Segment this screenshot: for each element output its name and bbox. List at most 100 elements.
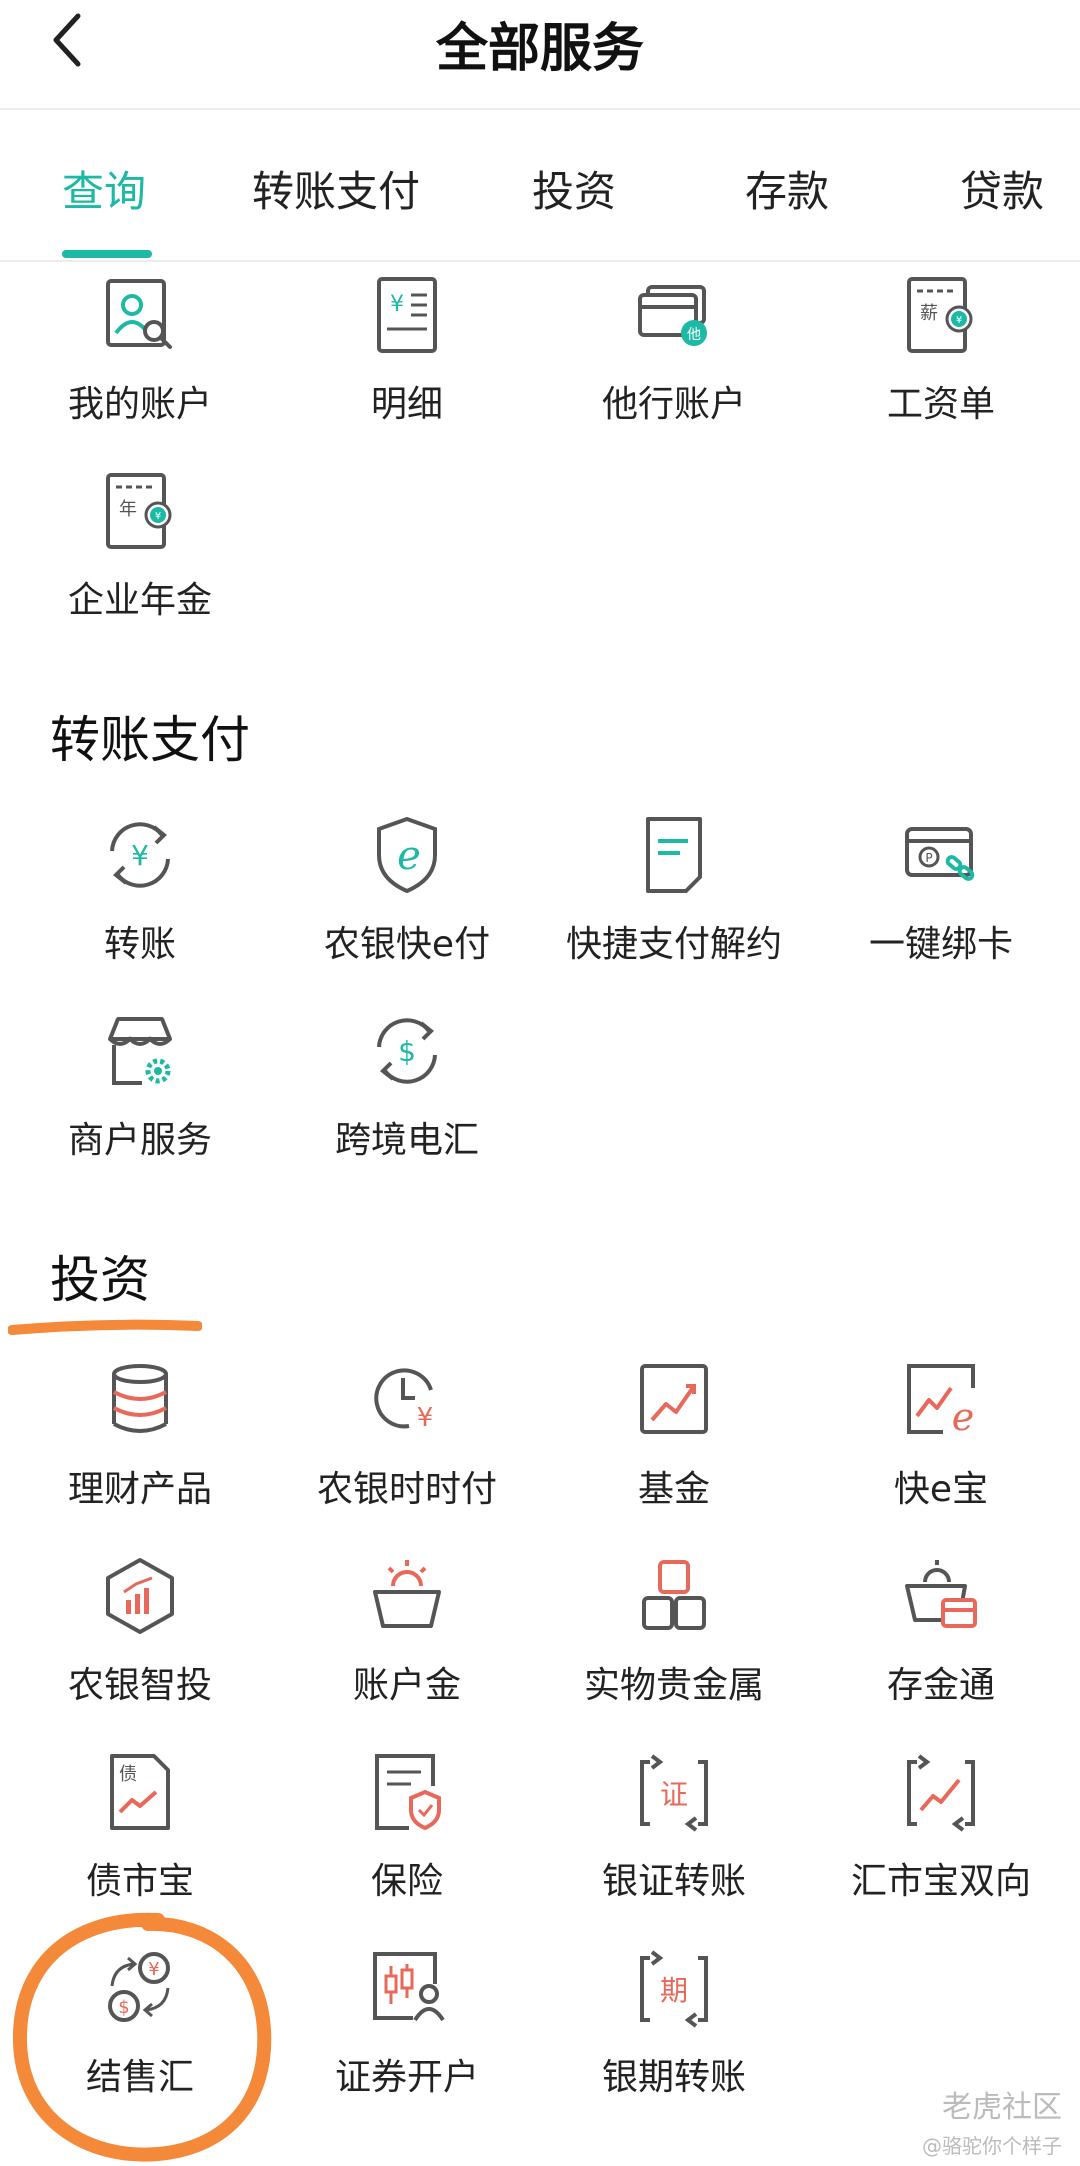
tab-invest[interactable]: 投资 bbox=[532, 158, 616, 219]
service-other-bank-account[interactable]: 他 他行账户 bbox=[539, 275, 809, 471]
cross-border-dollar-icon: $ bbox=[377, 1018, 437, 1084]
coin-stack-icon bbox=[112, 1364, 168, 1433]
service-wealth-products[interactable]: 理财产品 bbox=[5, 1360, 275, 1556]
annuity-icon: 年 ¥ bbox=[106, 473, 172, 549]
document-icon bbox=[646, 817, 702, 893]
e-pay-shield-icon: e bbox=[377, 816, 437, 894]
svg-text:证: 证 bbox=[660, 1778, 688, 1811]
insurance-shield-icon bbox=[375, 1754, 441, 1831]
service-label: 银期转账 bbox=[601, 2057, 746, 2098]
top-bar: 全部服务 bbox=[0, 0, 1080, 110]
svg-text:¥: ¥ bbox=[155, 511, 161, 522]
service-bind-card[interactable]: P 一键绑卡 bbox=[806, 815, 1076, 1011]
tab-transfer-payment[interactable]: 转账支付 bbox=[252, 158, 420, 219]
other-bank-card-icon: 他 bbox=[638, 285, 707, 346]
service-label: 快e宝 bbox=[893, 1469, 989, 1510]
service-fund[interactable]: 基金 bbox=[539, 1360, 809, 1556]
watermark: 老虎社区 @骆驼你个样子 bbox=[922, 2082, 1062, 2159]
active-tab-indicator bbox=[62, 250, 152, 258]
service-label: 银证转账 bbox=[601, 1861, 746, 1902]
gold-basket-icon bbox=[373, 1560, 441, 1628]
svg-text:¥: ¥ bbox=[956, 315, 962, 326]
service-e-pay[interactable]: e 农银快e付 bbox=[272, 815, 542, 1011]
clock-yuan-icon: ¥ bbox=[374, 1368, 434, 1433]
service-label: 债市宝 bbox=[85, 1861, 194, 1902]
service-label: 理财产品 bbox=[67, 1469, 212, 1510]
service-gold-deposit[interactable]: 存金通 bbox=[806, 1556, 1076, 1752]
svg-text:他: 他 bbox=[687, 327, 701, 343]
gold-deposit-icon bbox=[905, 1560, 977, 1628]
svg-text:¥: ¥ bbox=[390, 292, 404, 317]
page-title: 全部服务 bbox=[435, 19, 644, 79]
bank-futures-transfer-icon: 期 bbox=[640, 1950, 708, 2028]
service-annuity[interactable]: 年 ¥ 企业年金 bbox=[5, 471, 275, 667]
gold-bars-icon bbox=[642, 1560, 706, 1630]
service-merchant[interactable]: 商户服务 bbox=[5, 1011, 275, 1207]
quick-e-chart-icon: e bbox=[907, 1364, 975, 1439]
merchant-store-icon bbox=[108, 1017, 172, 1085]
service-label: 工资单 bbox=[886, 384, 995, 425]
orange-highlight-circle bbox=[12, 1912, 272, 2162]
service-smart-invest[interactable]: 农银智投 bbox=[5, 1556, 275, 1752]
service-label: 证券开户 bbox=[334, 2057, 479, 2098]
service-forex-two-way[interactable]: 汇市宝双向 bbox=[806, 1752, 1076, 1948]
svg-text:$: $ bbox=[398, 1035, 416, 1068]
service-cross-border[interactable]: $ 跨境电汇 bbox=[272, 1011, 542, 1207]
svg-text:¥: ¥ bbox=[417, 1403, 434, 1433]
service-shishifu[interactable]: ¥ 农银时时付 bbox=[272, 1360, 542, 1556]
service-payslip[interactable]: 薪 ¥ 工资单 bbox=[806, 275, 1076, 471]
tab-deposit[interactable]: 存款 bbox=[745, 158, 829, 219]
service-label: 转账 bbox=[103, 924, 176, 965]
service-label: 基金 bbox=[637, 1469, 710, 1510]
svg-text:e: e bbox=[397, 833, 421, 879]
account-search-icon bbox=[106, 279, 172, 349]
service-label: 快捷支付解约 bbox=[565, 924, 782, 965]
bond-document-icon: 债 bbox=[110, 1754, 170, 1830]
tab-loan[interactable]: 贷款 bbox=[960, 158, 1044, 219]
svg-text:e: e bbox=[952, 1395, 975, 1439]
service-label: 账户金 bbox=[352, 1665, 461, 1706]
service-account-gold[interactable]: 账户金 bbox=[272, 1556, 542, 1752]
service-my-account[interactable]: 我的账户 bbox=[5, 275, 275, 471]
service-bank-futures-transfer[interactable]: 期 银期转账 bbox=[539, 1948, 809, 2144]
statement-detail-icon: ¥ bbox=[377, 277, 437, 353]
securities-account-icon bbox=[373, 1952, 445, 2022]
service-quick-pay-cancel[interactable]: 快捷支付解约 bbox=[539, 815, 809, 1011]
service-label: 农银智投 bbox=[67, 1665, 212, 1706]
service-label: 存金通 bbox=[886, 1665, 995, 1706]
watermark-brand: 老虎社区 bbox=[942, 2090, 1062, 2125]
section-title-transfer: 转账支付 bbox=[50, 711, 250, 769]
payslip-icon: 薪 ¥ bbox=[907, 277, 973, 353]
service-label: 汇市宝双向 bbox=[850, 1861, 1031, 1902]
category-tabs: 查询 转账支付 投资 存款 贷款 bbox=[0, 108, 1080, 262]
svg-text:债: 债 bbox=[119, 1764, 137, 1785]
card-link-icon: P bbox=[905, 827, 975, 881]
service-label: 我的账户 bbox=[67, 384, 212, 425]
service-securities-account-open[interactable]: 证券开户 bbox=[272, 1948, 542, 2144]
watermark-user: @骆驼你个样子 bbox=[922, 2134, 1062, 2158]
svg-text:P: P bbox=[925, 851, 932, 865]
tab-query[interactable]: 查询 bbox=[62, 158, 146, 219]
service-label: 一键绑卡 bbox=[868, 924, 1013, 965]
service-label: 他行账户 bbox=[601, 384, 746, 425]
service-physical-metal[interactable]: 实物贵金属 bbox=[539, 1556, 809, 1752]
svg-text:¥: ¥ bbox=[131, 839, 149, 872]
service-kuai-e-bao[interactable]: e 快e宝 bbox=[806, 1360, 1076, 1556]
service-statement[interactable]: ¥ 明细 bbox=[272, 275, 542, 471]
service-transfer[interactable]: ¥ 转账 bbox=[5, 815, 275, 1011]
service-label: 保险 bbox=[370, 1861, 443, 1902]
svg-text:期: 期 bbox=[660, 1974, 688, 2007]
service-label: 实物贵金属 bbox=[583, 1665, 764, 1706]
svg-text:薪: 薪 bbox=[920, 303, 938, 324]
service-label: 跨境电汇 bbox=[334, 1120, 479, 1161]
service-label: 农银快e付 bbox=[323, 924, 491, 965]
section-title-invest: 投资 bbox=[50, 1251, 150, 1309]
bank-securities-transfer-icon: 证 bbox=[640, 1754, 708, 1832]
transfer-icon: ¥ bbox=[110, 822, 170, 888]
service-label: 农银时时付 bbox=[316, 1469, 497, 1510]
service-bank-securities-transfer[interactable]: 证 银证转账 bbox=[539, 1752, 809, 1948]
service-label: 明细 bbox=[370, 384, 443, 425]
service-label: 企业年金 bbox=[67, 580, 212, 621]
orange-highlight-underline bbox=[8, 1319, 202, 1335]
service-insurance[interactable]: 保险 bbox=[272, 1752, 542, 1948]
